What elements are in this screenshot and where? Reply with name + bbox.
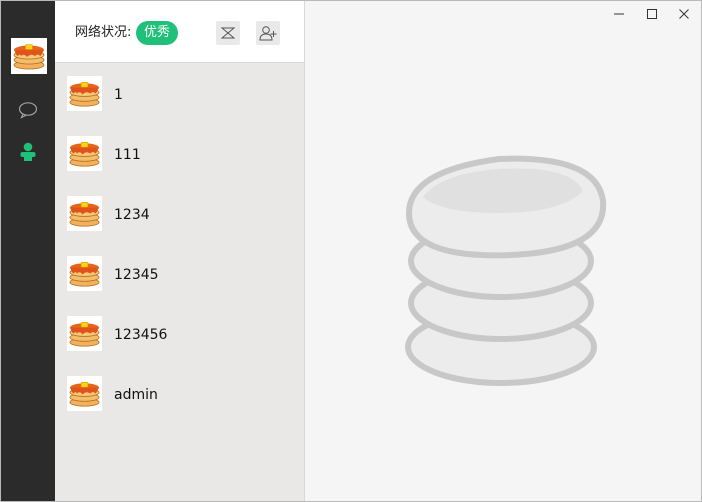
add-contact-button[interactable] [256,21,280,45]
maximize-icon [646,8,658,20]
chat-bubble-icon[interactable] [16,98,40,122]
contact-item[interactable]: 1 [55,63,304,123]
add-contact-icon [259,25,277,41]
contacts-icon[interactable] [16,140,40,164]
close-icon [678,8,690,20]
pancake-placeholder-icon [401,151,611,391]
contact-item[interactable]: 12345 [55,243,304,303]
contact-avatar [67,196,102,231]
maximize-button[interactable] [637,3,667,25]
network-quality-badge: 优秀 [136,21,179,45]
contact-avatar [67,76,102,111]
contact-name: 1 [114,87,123,103]
network-status-label: 网络状况: [75,25,132,40]
contact-name: admin [114,387,158,403]
close-button[interactable] [669,3,699,25]
contact-item[interactable]: 123456 [55,303,304,363]
contact-list: 1 111 1234 12345 123456 admin [55,63,304,423]
contact-name: 1234 [114,207,150,223]
contact-avatar [67,136,102,171]
minimize-icon [613,8,625,20]
contact-avatar [67,376,102,411]
mass-message-button[interactable] [216,21,240,45]
contact-name: 123456 [114,327,168,343]
contact-avatar [67,256,102,291]
contact-panel: 网络状况: 优秀 1 111 1234 12345 123456 admin [55,1,305,501]
user-avatar[interactable] [11,38,47,74]
minimize-button[interactable] [604,3,634,25]
contact-avatar [67,316,102,351]
app-window: 网络状况: 优秀 1 111 1234 12345 123456 admin [0,0,702,502]
nav-rail [1,1,55,501]
contact-name: 111 [114,147,141,163]
panel-header: 网络状况: 优秀 [55,1,304,63]
contact-item[interactable]: 1234 [55,183,304,243]
contact-name: 12345 [114,267,159,283]
contact-item[interactable]: 111 [55,123,304,183]
contact-item[interactable]: admin [55,363,304,423]
mass-message-icon [220,26,236,40]
